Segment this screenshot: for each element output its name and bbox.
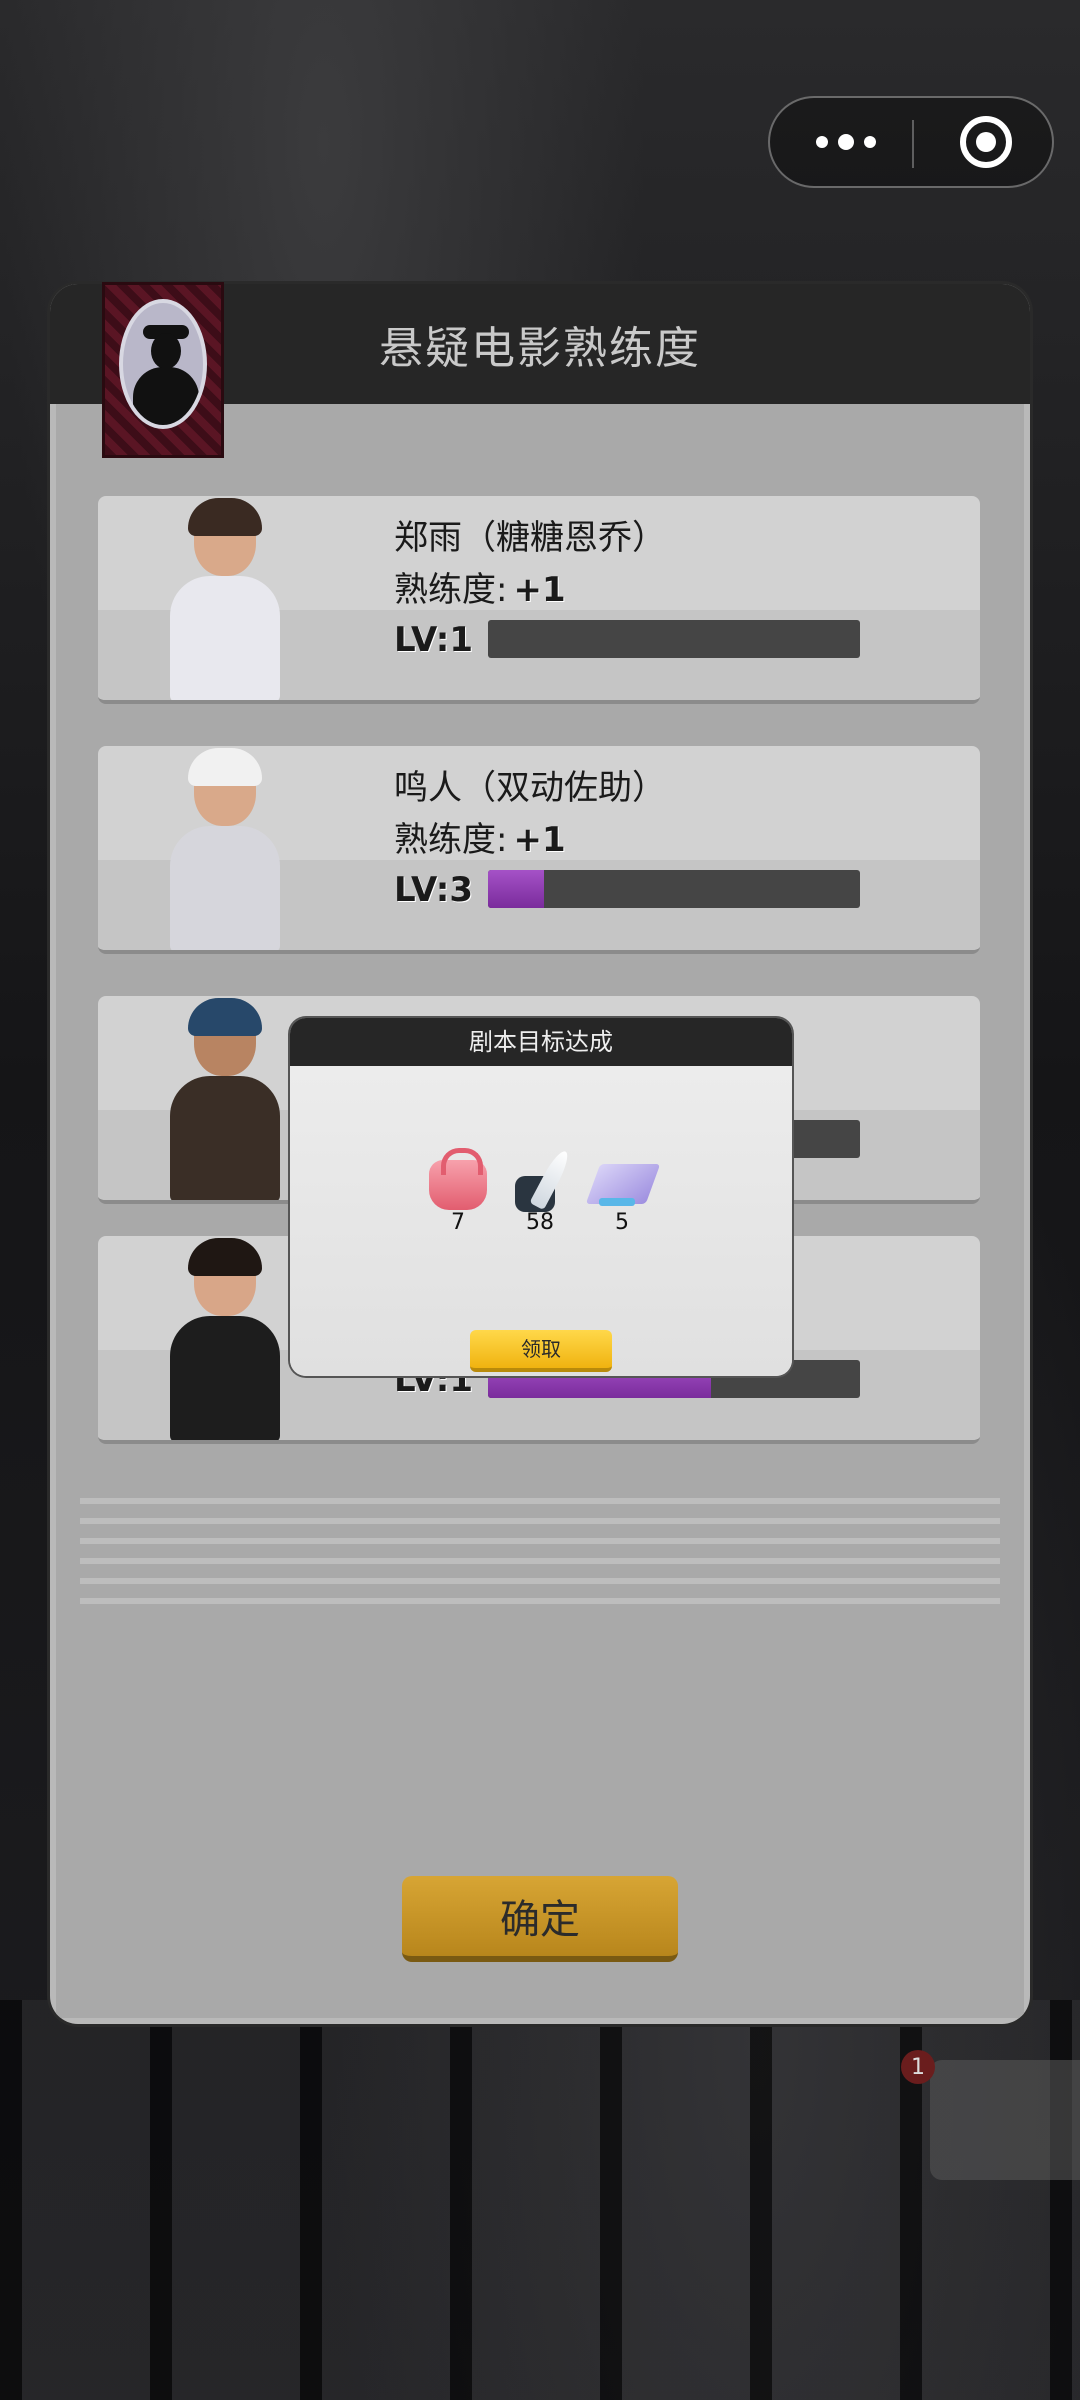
proficiency-text: 熟练度: +1	[394, 570, 566, 610]
capsule-divider	[912, 120, 914, 168]
ink-quill-icon	[505, 1146, 575, 1216]
notification-badge: 1	[901, 2050, 935, 2084]
proficiency-value: +1	[513, 570, 566, 610]
character-avatar	[164, 748, 284, 950]
character-name: 郑雨（糖糖恩乔）	[394, 518, 666, 558]
character-avatar	[164, 498, 284, 700]
close-miniprogram-icon[interactable]	[960, 116, 1012, 168]
level-label: LV:1	[394, 620, 474, 660]
miniprogram-capsule	[768, 96, 1054, 188]
character-name: 鸣人（双动佐助）	[394, 768, 666, 808]
reward-item: 5	[586, 1146, 658, 1235]
more-menu-icon[interactable]	[816, 130, 896, 154]
level-label: LV:3	[394, 870, 474, 910]
reward-item: 7	[422, 1146, 494, 1235]
reward-dialog-title: 剧本目标达成	[290, 1018, 792, 1066]
confirm-button[interactable]: 确定	[402, 1876, 678, 1962]
character-avatar	[164, 1238, 284, 1440]
character-avatar	[164, 998, 284, 1200]
proficiency-value: +1	[513, 820, 566, 860]
detective-emblem-icon	[102, 282, 224, 458]
book-icon	[587, 1146, 657, 1216]
background-side-icon	[930, 2060, 1080, 2180]
empty-list-lines	[80, 1484, 1000, 1604]
proficiency-text: 熟练度: +1	[394, 820, 566, 860]
level-progress-bar	[488, 620, 860, 658]
reward-item: 58	[504, 1146, 576, 1235]
character-card: 郑雨（糖糖恩乔） 熟练度: +1 LV:1	[98, 496, 980, 704]
level-progress-bar	[488, 870, 860, 908]
character-card: 鸣人（双动佐助） 熟练度: +1 LV:3	[98, 746, 980, 954]
reward-dialog-body: 7 58 5 领取	[290, 1066, 792, 1376]
reward-dialog: 剧本目标达成 7 58 5 领取	[290, 1018, 792, 1376]
handbag-icon	[423, 1146, 493, 1216]
claim-button[interactable]: 领取	[470, 1330, 612, 1372]
